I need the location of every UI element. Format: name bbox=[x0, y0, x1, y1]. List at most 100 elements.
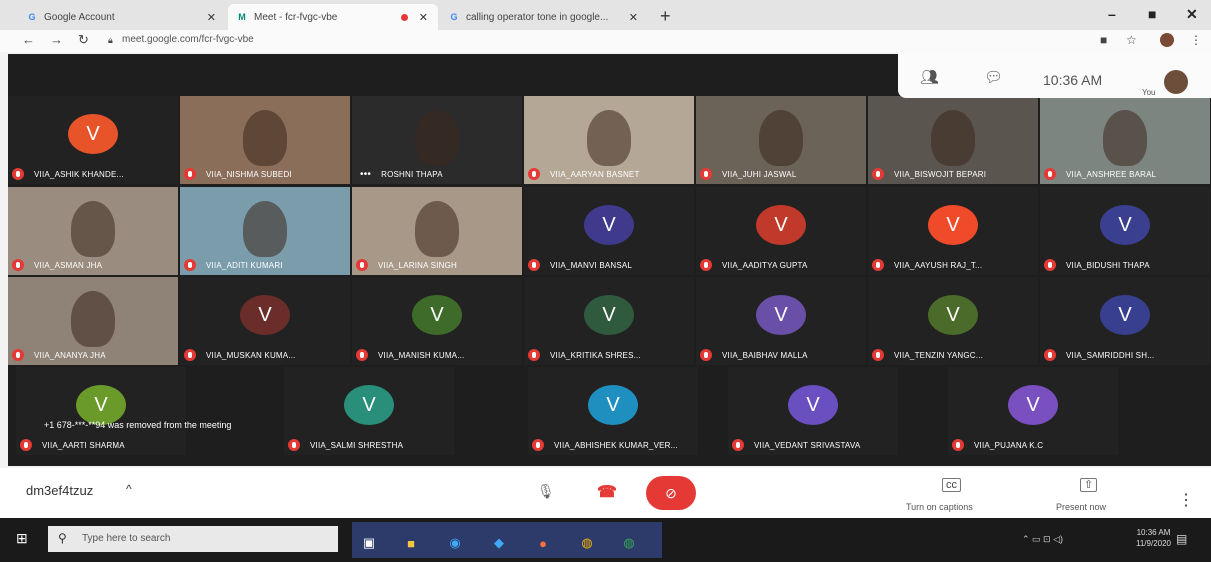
notification-icon[interactable]: ▤ bbox=[1176, 532, 1187, 546]
participant-tile[interactable]: VIIA_LARINA SINGH bbox=[352, 187, 522, 275]
participant-tile[interactable]: V VIIA_AAYUSH RAJ_T... bbox=[868, 187, 1038, 275]
participant-tile[interactable]: V VIIA_PUJANA K.C bbox=[948, 367, 1118, 455]
close-icon[interactable]: ✕ bbox=[629, 11, 638, 24]
captions-label[interactable]: Turn on captions bbox=[906, 502, 973, 512]
avatar[interactable] bbox=[1164, 70, 1188, 94]
url-field[interactable]: meet.google.com/fcr-fvgc-vbe bbox=[122, 34, 254, 45]
mic-off-icon bbox=[12, 168, 24, 180]
participant-video bbox=[415, 110, 459, 166]
participant-tile[interactable]: V VIIA_MANISH KUMA... bbox=[352, 277, 522, 365]
participant-tile[interactable]: V VIIA_SALMI SHRESTHA bbox=[284, 367, 454, 455]
participant-tile[interactable]: V VIIA_MUSKAN KUMA... bbox=[180, 277, 350, 365]
firefox-icon[interactable]: ● bbox=[532, 532, 554, 554]
participant-tile[interactable]: VIIA_JUHI JASWAL bbox=[696, 96, 866, 184]
tab-meet[interactable]: M Meet - fcr-fvgc-vbe ✕ bbox=[228, 4, 438, 30]
star-icon[interactable]: ☆ bbox=[1126, 33, 1137, 47]
removed-notification: +1 678-***-**94 was removed from the mee… bbox=[44, 420, 232, 430]
mic-icon[interactable]: 🎙︎ bbox=[537, 483, 555, 500]
taskbar-search-box[interactable]: ⚲ Type here to search bbox=[48, 526, 338, 552]
windows-icon[interactable]: ⊞ bbox=[16, 530, 28, 547]
participant-tile[interactable]: V VIIA_VEDANT SRIVASTAVA bbox=[728, 367, 898, 455]
people-icon[interactable]: 👥︎ bbox=[920, 68, 939, 86]
participant-tile[interactable]: V VIIA_KRITIKA SHRES... bbox=[524, 277, 694, 365]
participant-tile[interactable]: V VIIA_TENZIN YANGC... bbox=[868, 277, 1038, 365]
participant-avatar: V bbox=[928, 205, 978, 245]
system-tray-icons[interactable]: ⌃ ▭ ⊡ ◁) bbox=[1022, 534, 1063, 545]
mic-off-icon bbox=[356, 259, 368, 271]
hangup-icon[interactable]: ☎︎ bbox=[597, 482, 617, 502]
edge-icon[interactable]: ◉ bbox=[444, 532, 466, 554]
close-icon[interactable]: ✕ bbox=[419, 11, 428, 24]
participant-tile[interactable]: V VIIA_SAMRIDDHI SH... bbox=[1040, 277, 1210, 365]
present-icon[interactable]: ⇧ bbox=[1080, 478, 1098, 492]
reload-icon[interactable]: ↻ bbox=[78, 32, 89, 48]
mic-off-icon bbox=[12, 259, 24, 271]
participant-name: VIIA_LARINA SINGH bbox=[378, 260, 457, 270]
participant-tile[interactable]: VIIA_ANANYA JHA bbox=[8, 277, 178, 365]
participant-tile[interactable]: VIIA_BISWOJIT BEPARI bbox=[868, 96, 1038, 184]
more-icon[interactable]: ⋮ bbox=[1190, 33, 1202, 47]
captions-icon[interactable]: cc bbox=[942, 478, 961, 492]
forward-icon[interactable]: → bbox=[50, 32, 63, 47]
meeting-code[interactable]: dm3ef4tzuz bbox=[26, 483, 93, 498]
window-close-icon[interactable]: ✕ bbox=[1186, 6, 1198, 23]
participant-name: VIIA_ASHIK KHANDE... bbox=[34, 169, 124, 179]
participant-tile[interactable]: V VIIA_ASHIK KHANDE... bbox=[8, 96, 178, 184]
avatar[interactable] bbox=[1160, 33, 1174, 47]
more-icon[interactable]: ••• bbox=[360, 169, 371, 180]
more-icon[interactable]: ⋮ bbox=[1178, 490, 1194, 510]
participant-name-label: VIIA_ANSHREE BARAL bbox=[1044, 168, 1156, 180]
participant-tile[interactable]: VIIA_ASMAN JHA bbox=[8, 187, 178, 275]
participant-name: VIIA_AADITYA GUPTA bbox=[722, 260, 808, 270]
camera-icon[interactable]: ■ bbox=[1100, 33, 1107, 47]
file-explorer-icon[interactable]: ■ bbox=[400, 532, 422, 554]
participant-name: ROSHNI THAPA bbox=[381, 170, 443, 179]
participant-avatar: V bbox=[412, 295, 462, 335]
participant-name-label: VIIA_MANISH KUMA... bbox=[356, 349, 464, 361]
taskbar-time: 10:36 AM bbox=[1136, 528, 1171, 537]
participant-video bbox=[1103, 110, 1147, 166]
participant-avatar: V bbox=[588, 385, 638, 425]
participant-tile[interactable]: VIIA_ANSHREE BARAL bbox=[1040, 96, 1210, 184]
taskbar-clock[interactable]: 10:36 AM 11/9/2020 bbox=[1136, 527, 1171, 549]
participant-tile[interactable]: V VIIA_ABHISHEK KUMAR_VER... bbox=[528, 367, 698, 455]
participant-tile[interactable]: VIIA_AARYAN BASNET bbox=[524, 96, 694, 184]
participant-name-label: VIIA_ADITI KUMARI bbox=[184, 259, 283, 271]
participant-name: VIIA_MANISH KUMA... bbox=[378, 350, 465, 360]
google-favicon-icon: G bbox=[28, 12, 36, 22]
close-icon[interactable]: ✕ bbox=[207, 11, 216, 24]
participant-avatar: V bbox=[788, 385, 838, 425]
maximize-icon[interactable]: ■ bbox=[1148, 6, 1156, 22]
task-view-icon[interactable]: ▣ bbox=[358, 532, 380, 554]
participant-tile[interactable]: V VIIA_BAIBHAV MALLA bbox=[696, 277, 866, 365]
tab-google-account[interactable]: G Google Account ✕ bbox=[18, 4, 226, 30]
mic-off-icon bbox=[532, 439, 544, 451]
chevron-up-icon[interactable]: ^ bbox=[126, 482, 132, 496]
store-icon[interactable]: ◆ bbox=[488, 532, 510, 554]
search-icon: ⚲ bbox=[58, 531, 67, 545]
participant-name: VIIA_AAYUSH RAJ_T... bbox=[894, 260, 983, 270]
minimize-icon[interactable]: – bbox=[1108, 6, 1116, 22]
present-label[interactable]: Present now bbox=[1056, 502, 1106, 512]
participant-tile[interactable]: VIIA_NISHMA SUBEDI bbox=[180, 96, 350, 184]
chrome-icon[interactable]: ◍ bbox=[576, 532, 598, 554]
camera-off-icon[interactable]: ⊘ bbox=[646, 476, 696, 510]
participant-name-label: VIIA_AARYAN BASNET bbox=[528, 168, 640, 180]
chat-icon[interactable]: 💬︎ bbox=[984, 68, 1003, 86]
participant-name: VIIA_BIDUSHI THAPA bbox=[1066, 260, 1150, 270]
participant-tile[interactable]: V VIIA_BIDUSHI THAPA bbox=[1040, 187, 1210, 275]
mic-off-icon bbox=[528, 259, 540, 271]
mic-off-icon bbox=[872, 349, 884, 361]
tab-calling-operator[interactable]: G calling operator tone in google... ✕ bbox=[440, 4, 648, 30]
plus-icon[interactable]: + bbox=[660, 6, 671, 27]
chrome-profile-icon[interactable]: ◍ bbox=[618, 532, 640, 554]
participant-tile[interactable]: V VIIA_MANVI BANSAL bbox=[524, 187, 694, 275]
participant-tile[interactable]: V VIIA_AARTI SHARMA bbox=[16, 367, 186, 455]
back-icon[interactable]: ← bbox=[22, 32, 35, 47]
participant-name-label: VIIA_JUHI JASWAL bbox=[700, 168, 796, 180]
participant-tile[interactable]: VIIA_ADITI KUMARI bbox=[180, 187, 350, 275]
participant-tile[interactable]: V VIIA_AADITYA GUPTA bbox=[696, 187, 866, 275]
participant-avatar: V bbox=[756, 205, 806, 245]
participant-name-label: VIIA_BAIBHAV MALLA bbox=[700, 349, 808, 361]
participant-tile[interactable]: ••• ROSHNI THAPA bbox=[352, 96, 522, 184]
